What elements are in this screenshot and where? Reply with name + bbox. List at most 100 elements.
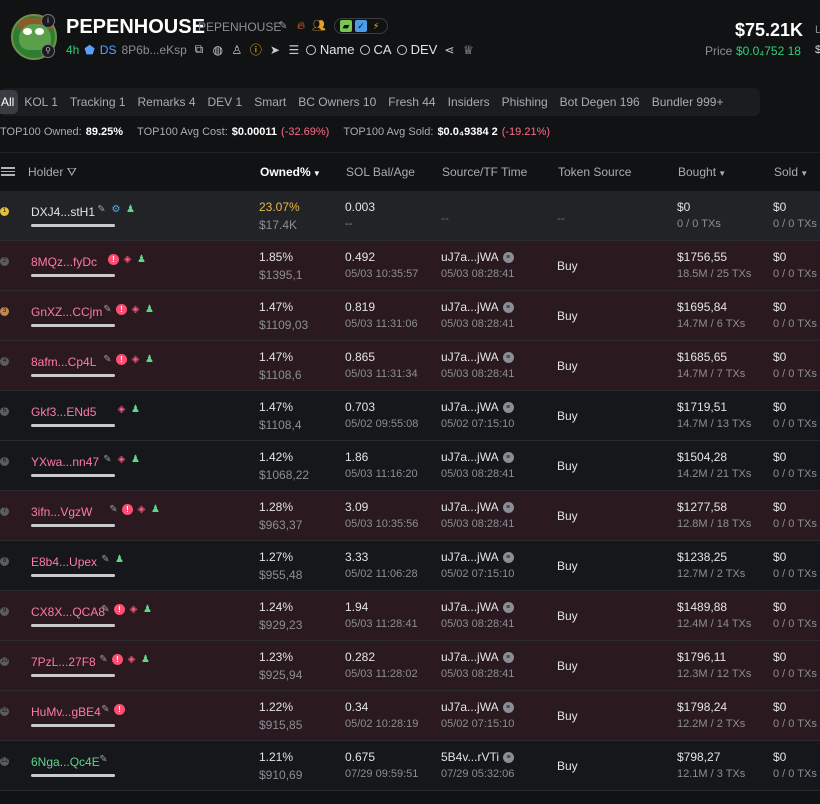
edge-value: $ xyxy=(815,44,820,56)
holder-badges: ✎! ◈ ♟ xyxy=(98,654,151,665)
edit-icon[interactable]: ✎ xyxy=(276,19,290,33)
source-wallet[interactable]: uJ7a...jWA ≡ xyxy=(441,300,514,314)
tab-bot-degen-196[interactable]: Bot Degen 196 xyxy=(554,95,646,109)
holder-address[interactable]: DXJ4...stH1 xyxy=(31,205,95,219)
holder-address[interactable]: 7PzL...27F8 xyxy=(31,655,96,669)
holder-badges: ✎! ◈ ♟ xyxy=(108,504,161,515)
edit-icon[interactable]: ✎ xyxy=(98,654,109,665)
holder-address[interactable]: YXwa...nn47 xyxy=(31,455,99,469)
filter-settings-icon[interactable] xyxy=(1,165,15,177)
user-icon: ♟ xyxy=(143,604,152,615)
table-row[interactable]: 9 CX8X...QCA8 ✎! ◈ ♟ 1.24% $929,23 1.94 05/03 11… xyxy=(0,591,820,641)
holder-address[interactable]: 3ifn...VgzW xyxy=(31,505,92,519)
tab-all[interactable]: All xyxy=(0,90,19,114)
col-bought[interactable]: Bought ▼ xyxy=(678,165,726,179)
edit-icon[interactable]: ✎ xyxy=(102,304,113,315)
tab-kol-1[interactable]: KOL 1 xyxy=(18,95,64,109)
crown-icon[interactable]: ♕ xyxy=(461,43,475,57)
table-row[interactable]: 7 3ifn...VgzW ✎! ◈ ♟ 1.28% $963,37 3.09 05/03 10… xyxy=(0,491,820,541)
tab-remarks-4[interactable]: Remarks 4 xyxy=(132,95,202,109)
source-wallet[interactable]: 5B4v...rVTi ≡ xyxy=(441,750,515,764)
source-wallet[interactable]: uJ7a...jWA ≡ xyxy=(441,550,514,564)
edit-icon[interactable]: ✎ xyxy=(100,604,111,615)
source-wallet[interactable]: uJ7a...jWA ≡ xyxy=(441,250,514,264)
tab-fresh-44[interactable]: Fresh 44 xyxy=(382,95,441,109)
rank-badge: 5 xyxy=(0,407,9,416)
holder-address[interactable]: E8b4...Upex xyxy=(31,555,97,569)
search-ca-link[interactable]: CA xyxy=(359,42,392,57)
table-row[interactable]: 12 6Nga...Qc4E ✎ 1.21% $910,69 0.675 07/29 09:… xyxy=(0,741,820,791)
col-sold[interactable]: Sold ▼ xyxy=(774,165,808,179)
table-row[interactable]: 4 8afm...Cp4L ✎! ◈ ♟ 1.47% $1108,6 0.865 05/03 1… xyxy=(0,341,820,391)
warning-icon[interactable]: ⓘ xyxy=(249,41,263,58)
table-row[interactable]: 5 Gkf3...ENd5 ◈ ♟ 1.47% $1108,4 0.703 05/02 09:… xyxy=(0,391,820,441)
bought-txs: 14.2M / 21 TXs xyxy=(677,468,752,480)
ds-icon[interactable]: ⬟ xyxy=(84,43,94,57)
source-wallet[interactable]: uJ7a...jWA ≡ xyxy=(441,450,514,464)
edit-icon[interactable]: ✎ xyxy=(102,454,113,465)
table-row[interactable]: 1 DXJ4...stH1 ✎ ⚙ ♟ 23.07% $17.4K 0.003 -- -- -- $0… xyxy=(0,191,820,241)
col-sol-bal[interactable]: SOL Bal/Age xyxy=(346,165,415,179)
token-address[interactable]: 8P6b...eKsp xyxy=(121,43,186,57)
bought-txs: 12.2M / 2 TXs xyxy=(677,718,746,730)
tab-smart[interactable]: Smart xyxy=(248,95,292,109)
token-icons: ✎ 🔥︎ 👥︎ ▰ ✓ ⚡ xyxy=(276,18,388,34)
table-row[interactable]: 8 E8b4...Upex ✎ ♟ 1.27% $955,48 3.33 05/02 11:0… xyxy=(0,541,820,591)
link-icon[interactable]: ⚲ xyxy=(41,44,55,58)
holder-address[interactable]: CX8X...QCA8 xyxy=(31,605,105,619)
user-icon[interactable]: ♙ xyxy=(230,43,244,57)
share-icon[interactable]: ⋖ xyxy=(442,43,456,57)
source-wallet[interactable]: uJ7a...jWA ≡ xyxy=(441,500,514,514)
source-wallet[interactable]: uJ7a...jWA ≡ xyxy=(441,650,514,664)
table-row[interactable]: 11 HuMv...gBE4 ✎! 1.22% $915,85 0.34 05/02 10:… xyxy=(0,691,820,741)
col-owned[interactable]: Owned% ▼ xyxy=(260,165,321,179)
holder-address[interactable]: 8MQz...fyDc xyxy=(31,255,97,269)
table-row[interactable]: 2 8MQz...fyDc! ◈ ♟ 1.85% $1395,1 0.492 05/03 10… xyxy=(0,241,820,291)
holder-address[interactable]: 6Nga...Qc4E xyxy=(31,755,100,769)
col-token-source[interactable]: Token Source xyxy=(558,165,631,179)
funnel-icon[interactable]: ⛛ xyxy=(67,165,77,179)
globe-icon[interactable]: ◍ xyxy=(211,43,225,57)
table-row[interactable]: 10 7PzL...27F8 ✎! ◈ ♟ 1.23% $925,94 0.282 05/03 … xyxy=(0,641,820,691)
edit-icon[interactable]: ✎ xyxy=(100,554,111,565)
holder-address[interactable]: Gkf3...ENd5 xyxy=(31,405,96,419)
menu-icon[interactable]: ☰ xyxy=(287,43,301,57)
holder-address[interactable]: HuMv...gBE4 xyxy=(31,705,101,719)
col-source[interactable]: Source/TF Time xyxy=(442,165,527,179)
tab-dev-1[interactable]: DEV 1 xyxy=(202,95,249,109)
holder-address[interactable]: GnXZ...CCjm xyxy=(31,305,102,319)
info-icon[interactable]: i xyxy=(41,14,55,28)
ds-link[interactable]: DS xyxy=(100,43,117,57)
bundle-icon: ◈ xyxy=(123,254,132,265)
sold-txs: 0 / 0 TXs xyxy=(773,468,817,480)
tab-insiders[interactable]: Insiders xyxy=(442,95,496,109)
telegram-icon[interactable]: ➤ xyxy=(268,43,282,57)
source-wallet[interactable]: uJ7a...jWA ≡ xyxy=(441,700,514,714)
source-wallet-label: uJ7a...jWA xyxy=(441,550,499,564)
transfer-time: 05/02 07:15:10 xyxy=(441,418,515,430)
alert-icon: ! xyxy=(122,504,133,515)
table-row[interactable]: 3 GnXZ...CCjm ✎! ◈ ♟ 1.47% $1109,03 0.819 05/03 … xyxy=(0,291,820,341)
source-wallet[interactable]: uJ7a...jWA ≡ xyxy=(441,350,514,364)
alert-icon: ! xyxy=(108,254,119,265)
search-name-link[interactable]: Name xyxy=(305,42,355,57)
copy-icon[interactable]: ⧉ xyxy=(192,42,206,57)
table-row[interactable]: 6 YXwa...nn47 ✎ ◈ ♟ 1.42% $1068,22 1.86 05/03 11… xyxy=(0,441,820,491)
wallet-age: 05/02 11:06:28 xyxy=(345,568,418,580)
search-dev-link[interactable]: DEV xyxy=(396,42,437,57)
col-holder[interactable]: Holder ⛛ xyxy=(28,165,77,180)
edit-icon[interactable]: ✎ xyxy=(96,204,107,215)
edit-icon[interactable]: ✎ xyxy=(102,354,113,365)
sold-txs: 0 / 0 TXs xyxy=(773,318,817,330)
tab-tracking-1[interactable]: Tracking 1 xyxy=(64,95,132,109)
source-wallet[interactable]: uJ7a...jWA ≡ xyxy=(441,600,514,614)
tab-bc-owners-10[interactable]: BC Owners 10 xyxy=(292,95,382,109)
source-wallet[interactable]: uJ7a...jWA ≡ xyxy=(441,400,514,414)
holder-address[interactable]: 8afm...Cp4L xyxy=(31,355,96,369)
edit-icon[interactable]: ✎ xyxy=(108,504,119,515)
tab-phishing[interactable]: Phishing xyxy=(496,95,554,109)
edit-icon[interactable]: ✎ xyxy=(98,754,109,765)
edit-icon[interactable]: ✎ xyxy=(100,704,111,715)
rank-badge: 6 xyxy=(0,457,9,466)
tab-bundler-999[interactable]: Bundler 999+ xyxy=(646,95,730,109)
